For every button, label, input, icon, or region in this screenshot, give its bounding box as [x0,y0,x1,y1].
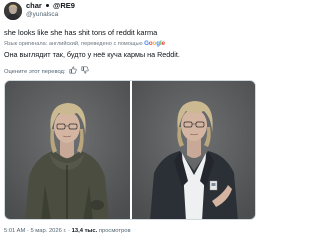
name-separator-dot [45,4,49,8]
thumbs-up-icon[interactable] [69,66,77,77]
translation-note-text: Язык оригинала: английский, переведено с… [4,41,143,47]
tweet-media[interactable] [4,80,256,220]
character-portrait-hoodie [5,81,130,219]
google-logo: Google [144,40,165,47]
avatar[interactable] [4,2,22,20]
avatar-image [4,2,22,20]
footer-separator: · [68,228,71,234]
rate-translation: Оцените этот перевод: [4,66,89,77]
rate-translation-label: Оцените этот перевод: [4,69,66,76]
author-handle[interactable]: @yunalsca [26,10,58,19]
translation-note: Язык оригинала: английский, переведено с… [4,40,165,48]
character-portrait-blazer [132,81,255,219]
author-display-name[interactable]: char [26,1,42,10]
views-label: просмотров [98,228,131,234]
views-count: 13,4 тыс. [71,228,98,234]
footer-separator: · [26,228,29,234]
tweet-footer: 5:01 AM · 5 мар. 2026 г. · 13,4 тыс. про… [4,227,131,235]
tweet-header: char @RE9 @yunalsca [0,0,260,24]
thumbs-down-icon[interactable] [81,66,89,77]
author-name-suffix[interactable]: @RE9 [53,1,75,10]
tweet-date[interactable]: 5 мар. 2026 г. [30,228,66,234]
media-image-right[interactable] [132,81,255,219]
media-image-left[interactable] [5,81,130,219]
tweet-time[interactable]: 5:01 AM [4,228,25,234]
tweet-text: she looks like she has shit tons of redd… [4,28,158,37]
translated-text: Она выглядит так, будто у неё куча кармы… [4,50,180,59]
